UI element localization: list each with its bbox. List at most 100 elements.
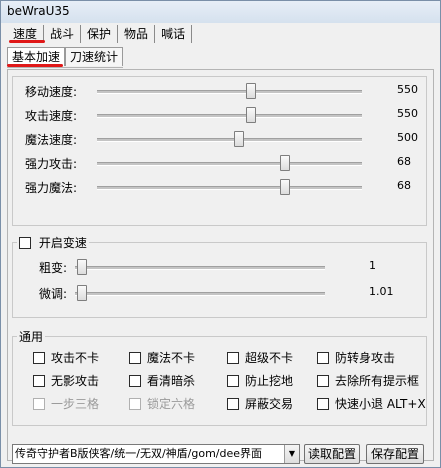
tab-items-label: 物品	[124, 27, 149, 41]
speed-row: 魔法速度: 500	[25, 129, 425, 149]
option-checkbox	[129, 397, 141, 410]
load-config-label: 读取配置	[307, 447, 356, 461]
red-underline-speed-tab	[9, 40, 45, 43]
variable-speed-legend[interactable]: 开启变速	[17, 234, 89, 251]
option-label: 防止挖地	[245, 374, 294, 388]
speed-row-label: 攻击速度:	[25, 109, 78, 123]
option-label: 锁定六格	[147, 397, 196, 411]
client-area: 速度 战斗 保护 物品 喊话 基本加速 刀速统计 移动速度: 550 攻击速度:…	[7, 25, 434, 464]
variable-speed-group: 开启变速 粗变: 1 微调: 1.01	[12, 234, 427, 318]
general-legend: 通用	[17, 328, 46, 345]
option-label: 魔法不卡	[147, 351, 196, 365]
coarse-label: 粗变:	[39, 261, 68, 275]
basic-speedup-panel: 移动速度: 550 攻击速度: 550 魔法速度: 500 强力攻击: 68 强力魔法: 68 开…	[7, 69, 434, 464]
tab-items[interactable]: 物品	[118, 25, 156, 43]
fine-slider-thumb[interactable]	[77, 285, 87, 301]
general-option[interactable]: 攻击不卡	[33, 349, 99, 367]
speed-slider-track[interactable]	[97, 138, 362, 142]
option-label: 防转身攻击	[335, 351, 396, 365]
speed-slider-track[interactable]	[97, 90, 362, 94]
tab-protect[interactable]: 保护	[81, 25, 119, 43]
subtab-hit-speed-stats[interactable]: 刀速统计	[65, 47, 124, 66]
coarse-slider-track[interactable]	[75, 266, 325, 270]
fine-slider-track[interactable]	[75, 292, 325, 296]
option-checkbox[interactable]	[317, 374, 329, 387]
option-checkbox[interactable]	[227, 351, 239, 364]
profile-select[interactable]: 传奇守护者B版侠客/统一/无双/神盾/gom/dee界面 ▼	[12, 444, 300, 464]
tab-shout[interactable]: 喊话	[155, 25, 193, 43]
profile-select-value: 传奇守护者B版侠客/统一/无双/神盾/gom/dee界面	[15, 447, 263, 460]
fine-value: 1.01	[369, 285, 394, 298]
option-checkbox[interactable]	[227, 397, 239, 410]
speed-row: 强力攻击: 68	[25, 153, 425, 173]
option-checkbox[interactable]	[227, 374, 239, 387]
chevron-down-icon[interactable]: ▼	[284, 445, 299, 463]
coarse-row: 粗变: 1	[39, 257, 419, 277]
option-checkbox[interactable]	[317, 397, 329, 410]
general-option: 锁定六格	[129, 395, 195, 413]
speed-row-value: 550	[397, 83, 418, 96]
speed-slider-track[interactable]	[97, 186, 362, 190]
fine-label: 微调:	[39, 287, 68, 301]
window-title: beWraU35	[7, 4, 70, 18]
speed-row-label: 强力攻击:	[25, 157, 78, 171]
enable-variable-speed-label: 开启变速	[38, 236, 87, 250]
option-label: 一步三格	[51, 397, 100, 411]
tab-combat-label: 战斗	[50, 27, 75, 41]
title-bar[interactable]: beWraU35	[1, 1, 440, 23]
option-checkbox[interactable]	[129, 351, 141, 364]
speed-slider-track[interactable]	[97, 162, 362, 166]
main-window: beWraU35 速度 战斗 保护 物品 喊话 基本加速 刀速统计 移动速度: …	[0, 0, 441, 468]
speed-slider-thumb[interactable]	[234, 131, 244, 147]
load-config-button[interactable]: 读取配置	[304, 444, 360, 464]
subtab-basic-speedup-label: 基本加速	[12, 50, 61, 64]
speed-slider-thumb[interactable]	[280, 179, 290, 195]
speed-row-value: 68	[397, 179, 411, 192]
coarse-value: 1	[369, 259, 376, 272]
option-checkbox[interactable]	[33, 351, 45, 364]
general-option[interactable]: 防止挖地	[227, 372, 293, 390]
general-option[interactable]: 无影攻击	[33, 372, 99, 390]
speed-row: 攻击速度: 550	[25, 105, 425, 125]
general-option[interactable]: 屏蔽交易	[227, 395, 293, 413]
speed-row: 移动速度: 550	[25, 81, 425, 101]
general-option[interactable]: 看清暗杀	[129, 372, 195, 390]
option-label: 攻击不卡	[51, 351, 100, 365]
speed-row-label: 强力魔法:	[25, 181, 78, 195]
save-config-label: 保存配置	[370, 447, 419, 461]
speed-row-value: 500	[397, 131, 418, 144]
tab-protect-label: 保护	[87, 27, 112, 41]
speed-slider-thumb[interactable]	[246, 107, 256, 123]
tab-combat[interactable]: 战斗	[44, 25, 82, 43]
speed-row-label: 移动速度:	[25, 85, 78, 99]
general-option[interactable]: 快速小退 ALT+X	[317, 395, 426, 413]
speed-slider-track[interactable]	[97, 114, 362, 118]
general-option[interactable]: 去除所有提示框	[317, 372, 419, 390]
option-label: 看清暗杀	[147, 374, 196, 388]
speed-slider-thumb[interactable]	[280, 155, 290, 171]
general-group: 通用 攻击不卡 魔法不卡 超级不卡 防转身攻击无影攻击 看清暗杀 防止挖地 去除所有提示框一…	[12, 328, 427, 426]
option-label: 快速小退 ALT+X	[335, 397, 426, 411]
option-label: 无影攻击	[51, 374, 100, 388]
save-config-button[interactable]: 保存配置	[366, 444, 424, 464]
option-checkbox[interactable]	[129, 374, 141, 387]
tab-shout-label: 喊话	[161, 27, 186, 41]
general-option[interactable]: 魔法不卡	[129, 349, 195, 367]
speed-group: 移动速度: 550 攻击速度: 550 魔法速度: 500 强力攻击: 68 强力魔法: 68	[12, 76, 427, 226]
speed-slider-thumb[interactable]	[246, 83, 256, 99]
option-label: 去除所有提示框	[335, 374, 420, 388]
general-option[interactable]: 防转身攻击	[317, 349, 395, 367]
coarse-slider-thumb[interactable]	[77, 259, 87, 275]
speed-row: 强力魔法: 68	[25, 177, 425, 197]
general-option: 一步三格	[33, 395, 99, 413]
fine-row: 微调: 1.01	[39, 283, 419, 303]
speed-row-value: 68	[397, 155, 411, 168]
option-label: 超级不卡	[245, 351, 294, 365]
option-label: 屏蔽交易	[245, 397, 294, 411]
general-option[interactable]: 超级不卡	[227, 349, 293, 367]
enable-variable-speed-checkbox[interactable]	[19, 236, 31, 249]
speed-row-value: 550	[397, 107, 418, 120]
option-checkbox	[33, 397, 45, 410]
option-checkbox[interactable]	[33, 374, 45, 387]
option-checkbox[interactable]	[317, 351, 329, 364]
